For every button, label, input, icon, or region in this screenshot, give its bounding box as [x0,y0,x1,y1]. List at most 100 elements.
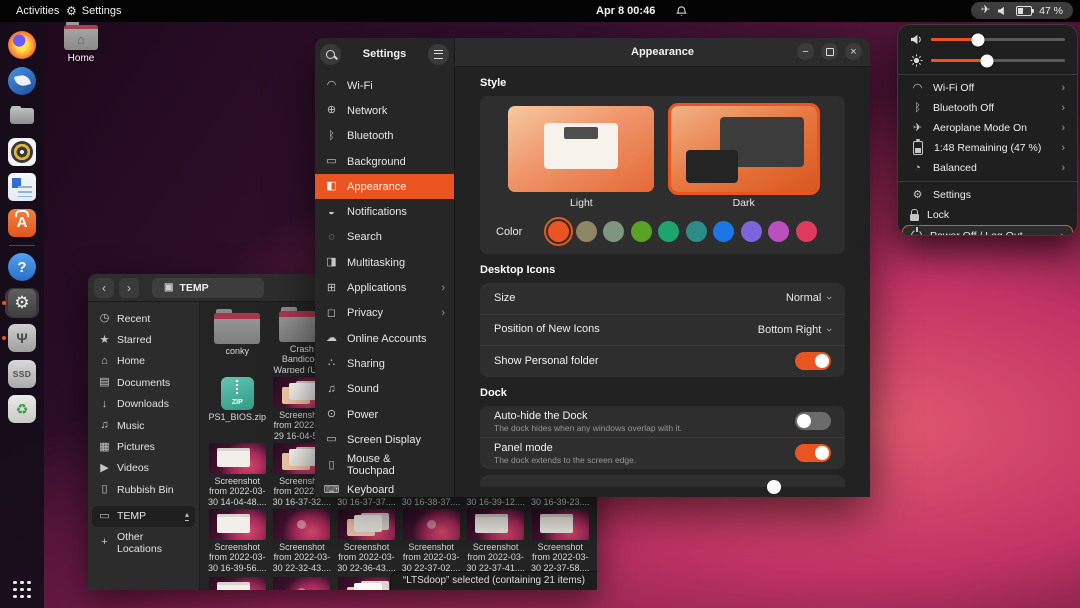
file-item[interactable]: conky [205,307,270,373]
slider-knob[interactable] [767,480,781,494]
dock-item[interactable] [5,252,39,282]
brightness-slider[interactable] [931,59,1065,63]
color-swatch[interactable] [768,221,789,242]
files-sidebar-item[interactable]: Documents ▴ [92,372,195,393]
settings-nav-item[interactable]: Background [315,149,454,174]
file-item[interactable] [205,571,270,590]
settings-nav-item[interactable]: Privacy › [315,301,454,326]
activities-button[interactable]: Activities [10,0,65,22]
color-swatch[interactable] [603,221,624,242]
file-item[interactable]: PS1_BIOS.zip [205,373,270,439]
style-option[interactable]: Light [508,106,654,209]
file-item[interactable] [270,571,335,590]
dock-item[interactable] [5,30,39,60]
settings-row[interactable]: Panel mode The dock extends to the scree… [480,437,845,469]
dock-item[interactable] [5,394,39,424]
system-status-area[interactable]: ✈ 47 % [971,2,1073,19]
settings-row[interactable]: Size Normal › [480,283,845,314]
file-item[interactable]: Screenshot from 2022-03-30 22-37-02.... [399,505,464,571]
brightness-slider-knob[interactable] [981,54,994,67]
files-sidebar-item[interactable]: Other Locations ▴ [92,532,195,553]
dock-item[interactable] [5,137,39,167]
dock-item[interactable] [5,208,39,238]
system-menu-item[interactable]: Wi-Fi Off › [898,78,1077,98]
dock-item[interactable] [5,172,39,202]
files-sidebar-item[interactable]: Videos ▴ [92,458,195,479]
style-option[interactable]: Dark [671,106,817,209]
file-item[interactable]: Screenshot from 2022-03-30 22-32-43.... [270,505,335,571]
system-menu-action[interactable]: Power Off / Log Out › [902,225,1073,236]
volume-slider-knob[interactable] [971,33,984,46]
eject-icon[interactable]: ▴ [185,511,189,521]
settings-nav-item[interactable]: Mouse & Touchpad [315,452,454,477]
files-sidebar-item[interactable]: Downloads ▴ [92,394,195,415]
volume-slider[interactable] [931,38,1065,42]
settings-nav-item[interactable]: Multitasking [315,250,454,275]
search-button[interactable] [320,44,341,65]
files-sidebar-item[interactable]: Recent ▴ [92,308,195,329]
files-sidebar-item[interactable]: Home ▴ [92,351,195,372]
location-button[interactable]: ▣ TEMP [152,278,264,298]
color-swatch[interactable] [658,221,679,242]
clock-button[interactable]: Apr 8 00:46 [596,0,655,22]
desktop-home-icon[interactable]: ⌂ Home [58,25,104,64]
files-sidebar-item[interactable]: Pictures ▴ [92,436,195,457]
settings-nav-item[interactable]: Sharing [315,351,454,376]
system-menu-action[interactable]: Settings [898,185,1077,205]
settings-nav-item[interactable]: Wi-Fi [315,73,454,98]
settings-nav-item[interactable]: Online Accounts [315,326,454,351]
file-item[interactable]: Screenshot from 2022-03-30 22-36-43.... [334,505,399,571]
toggle-switch[interactable] [795,352,831,370]
file-item[interactable]: Screenshot from 2022-03-30 16-39-56.... [205,505,270,571]
color-swatch[interactable] [686,221,707,242]
settings-nav-item[interactable]: Notifications [315,199,454,224]
minimize-button[interactable]: − [797,43,814,60]
settings-nav-item[interactable]: Power [315,402,454,427]
show-applications-icon[interactable] [13,581,31,599]
color-swatch[interactable] [796,221,817,242]
system-menu-action[interactable]: Lock [898,205,1077,225]
dock-item[interactable] [5,101,39,131]
color-swatch[interactable] [631,221,652,242]
focused-app-menu[interactable]: ⚙ Settings [60,0,128,22]
settings-nav-item[interactable]: Screen Display [315,427,454,452]
settings-row[interactable]: Show Personal folder › [480,345,845,377]
settings-row[interactable]: Position of New Icons Bottom Right › [480,314,845,346]
settings-nav-item[interactable]: Network [315,98,454,123]
system-menu-item[interactable]: Balanced › [898,158,1077,178]
files-sidebar-item[interactable]: Music ▴ [92,415,195,436]
file-item[interactable]: Screenshot from 2022-03-30 14-04-48.... [205,439,270,505]
close-button[interactable]: × [845,43,862,60]
settings-nav-item[interactable]: Keyboard [315,478,454,497]
files-sidebar-item[interactable]: Rubbish Bin ▴ [92,479,195,500]
system-menu-item[interactable]: Aeroplane Mode On › [898,118,1077,138]
dock-item[interactable] [5,66,39,96]
dropdown[interactable]: Bottom Right › [758,324,831,336]
color-swatch[interactable] [713,221,734,242]
dock-item[interactable] [5,323,39,353]
toggle-switch[interactable] [795,412,831,430]
files-sidebar-item[interactable]: TEMP ▴ [92,506,195,527]
file-item[interactable]: Screenshot from 2022-03-30 22-37-58.... [528,505,593,571]
maximize-button[interactable] [821,43,838,60]
forward-button[interactable]: › [119,278,139,298]
settings-row[interactable]: Auto-hide the Dock The dock hides when a… [480,406,845,437]
primary-menu-button[interactable] [428,44,449,65]
settings-nav-item[interactable]: Applications › [315,275,454,300]
color-swatch[interactable] [576,221,597,242]
color-swatch[interactable] [741,221,762,242]
color-swatch[interactable] [548,221,569,242]
dock-item[interactable] [5,288,39,318]
settings-nav-item[interactable]: Bluetooth [315,124,454,149]
files-sidebar-item[interactable]: Starred ▴ [92,329,195,350]
settings-nav-item[interactable]: Search [315,225,454,250]
back-button[interactable]: ‹ [94,278,114,298]
file-item[interactable]: Screenshot from 2022-03-30 22-37-41.... [463,505,528,571]
dropdown[interactable]: Normal › [786,292,831,304]
settings-nav-item[interactable]: Appearance [315,174,454,199]
system-menu-item[interactable]: Bluetooth Off › [898,98,1077,118]
system-menu-item[interactable]: 1:48 Remaining (47 %) › [898,138,1077,158]
toggle-switch[interactable] [795,444,831,462]
dock-item[interactable]: SSD [5,359,39,389]
settings-nav-item[interactable]: Sound [315,377,454,402]
